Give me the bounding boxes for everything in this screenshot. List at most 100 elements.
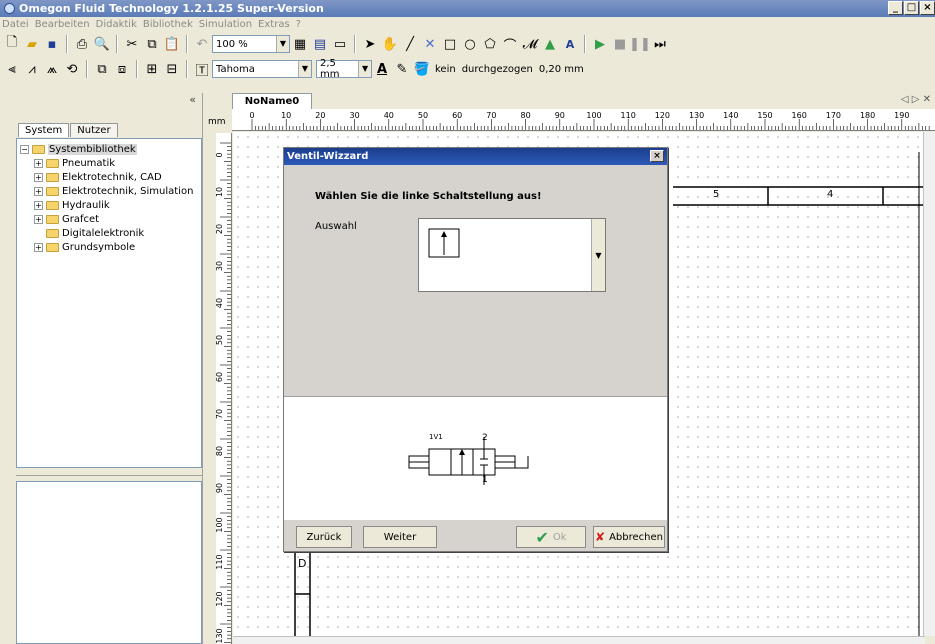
cut-icon[interactable]: ✂ xyxy=(124,36,140,52)
rotate-icon[interactable]: ⟲ xyxy=(64,61,80,77)
chevron-down-icon[interactable]: ▼ xyxy=(298,61,311,77)
grid-icon[interactable]: ▤ xyxy=(312,36,328,52)
chevron-down-icon[interactable]: ▼ xyxy=(276,36,289,52)
menu-bibliothek[interactable]: Bibliothek xyxy=(143,19,193,30)
close-button[interactable]: × xyxy=(920,1,935,15)
next-button[interactable]: Weiter xyxy=(363,526,437,548)
play-icon[interactable]: ▶ xyxy=(592,36,608,52)
font-select[interactable]: Tahoma ▼ xyxy=(212,60,312,78)
tree-item-elektrotechnik-cad[interactable]: + Elektrotechnik, CAD xyxy=(20,170,198,184)
text-color-icon[interactable]: A xyxy=(374,61,390,77)
print-preview-icon[interactable]: 🔍 xyxy=(94,36,110,52)
open-folder-icon[interactable]: ▰ xyxy=(24,36,40,52)
expand-toggle-icon[interactable]: + xyxy=(34,172,43,182)
expand-toggle-icon[interactable]: + xyxy=(34,186,43,196)
expand-toggle-icon[interactable]: + xyxy=(34,242,43,252)
align-left-icon[interactable]: ⫷ xyxy=(4,61,20,77)
zoom-value: 100 % xyxy=(216,38,248,50)
folder-icon xyxy=(46,228,59,238)
dialog-title-bar: Ventil-Wizzard × xyxy=(284,148,667,165)
group-icon[interactable]: ⊞ xyxy=(144,61,160,77)
chevron-down-icon[interactable]: ▼ xyxy=(591,219,605,291)
tree-item-digitalelektronik[interactable]: Digitalelektronik xyxy=(20,226,198,240)
dialog-close-button[interactable]: × xyxy=(650,150,664,162)
vertical-scrollbar[interactable] xyxy=(923,132,935,636)
menu-bearbeiten[interactable]: Bearbeiten xyxy=(35,19,90,30)
line-icon[interactable]: ╱ xyxy=(402,36,418,52)
copy-icon[interactable]: ⧉ xyxy=(144,36,160,52)
tab-nav-arrows[interactable]: ◁ ▷ ✕ xyxy=(901,94,931,105)
print-icon[interactable]: ⎙ xyxy=(74,36,90,52)
line-none-label[interactable]: kein xyxy=(435,64,456,75)
cross-icon[interactable]: ✕ xyxy=(422,36,438,52)
tab-system[interactable]: System xyxy=(18,123,70,137)
line-style-label[interactable]: durchgezogen xyxy=(462,64,533,75)
valve-id-label: 1V1 xyxy=(429,433,443,441)
new-file-icon[interactable]: 🗋 xyxy=(4,35,20,52)
layers-icon[interactable]: ▭ xyxy=(332,36,348,52)
menu-simulation[interactable]: Simulation xyxy=(199,19,252,30)
chevron-down-icon[interactable]: ▼ xyxy=(358,61,371,77)
pen-color-icon[interactable]: ✎ xyxy=(394,61,410,77)
ruler-label: 140 xyxy=(723,111,738,120)
paste-icon[interactable]: 📋 xyxy=(164,36,180,52)
undo-icon[interactable]: ↶ xyxy=(194,36,210,52)
step-icon[interactable]: ⏭ xyxy=(652,36,668,52)
flip-horizontal-icon[interactable]: ⩘ xyxy=(24,61,40,77)
circle-icon[interactable]: ○ xyxy=(462,36,478,52)
arc-icon[interactable]: ⌒ xyxy=(502,36,518,54)
tree-item-grafcet[interactable]: + Grafcet xyxy=(20,212,198,226)
menu-datei[interactable]: Datei xyxy=(2,19,29,30)
cancel-button[interactable]: ✘ Abbrechen xyxy=(593,526,665,548)
rectangle-icon[interactable]: □ xyxy=(442,36,458,52)
bring-front-icon[interactable]: ⧉ xyxy=(94,61,110,77)
zoom-select[interactable]: 100 % ▼ xyxy=(212,35,290,53)
font-size-select[interactable]: 2,5 mm ▼ xyxy=(316,58,372,80)
ok-label: Ok xyxy=(552,531,567,543)
save-icon[interactable]: ▪ xyxy=(44,36,60,52)
cancel-x-icon: ✘ xyxy=(595,530,606,544)
collapse-toggle-icon[interactable]: − xyxy=(20,144,29,154)
ruler-label: 110 xyxy=(621,111,636,120)
collapse-button[interactable]: « xyxy=(0,93,202,107)
ok-button[interactable]: ✔ Ok xyxy=(516,526,586,548)
tab-nutzer[interactable]: Nutzer xyxy=(70,123,118,137)
minimize-button[interactable]: _ xyxy=(888,1,903,15)
menu-didaktik[interactable]: Didaktik xyxy=(96,19,137,30)
polyline-icon[interactable]: 𝓜 xyxy=(522,36,538,52)
menu-extras[interactable]: Extras xyxy=(258,19,290,30)
maximize-button[interactable]: □ xyxy=(904,1,919,15)
expand-toggle-icon[interactable]: + xyxy=(34,158,43,168)
tab-document[interactable]: NoName0 xyxy=(232,93,312,109)
pause-icon[interactable]: ❚❚ xyxy=(629,36,651,52)
back-button[interactable]: Zurück xyxy=(296,526,352,548)
polygon-icon[interactable]: ⬠ xyxy=(482,36,498,52)
text-icon[interactable]: A xyxy=(562,36,578,52)
horizontal-scrollbar[interactable] xyxy=(233,636,925,644)
tree-item-pneumatik[interactable]: + Pneumatik xyxy=(20,156,198,170)
vertical-ruler: 0 10 20 30 40 50 60 70 80 90 100 110 120 130 xyxy=(216,133,232,644)
dialog-top-section: Wählen Sie die linke Schaltstellung aus!… xyxy=(284,165,667,396)
fill-color-icon[interactable]: 🪣 xyxy=(414,61,430,77)
pointer-icon[interactable]: ➤ xyxy=(362,36,378,52)
hand-icon[interactable]: ✋ xyxy=(382,36,398,52)
switch-position-select[interactable]: ▼ xyxy=(418,218,606,292)
tree-item-grundsymbole[interactable]: + Grundsymbole xyxy=(20,240,198,254)
expand-toggle-icon[interactable]: + xyxy=(34,214,43,224)
folder-icon xyxy=(32,144,45,154)
tree-item-elektrotechnik-simulation[interactable]: + Elektrotechnik, Simulation xyxy=(20,184,198,198)
table-icon[interactable]: ▦ xyxy=(292,36,308,52)
ungroup-icon[interactable]: ⊟ xyxy=(164,61,180,77)
image-icon[interactable]: ▲ xyxy=(542,36,558,52)
panel-splitter[interactable] xyxy=(16,475,202,478)
expand-toggle-icon[interactable]: + xyxy=(34,200,43,210)
stop-icon[interactable]: ■ xyxy=(612,36,628,52)
ruler-label: 70 xyxy=(486,111,496,120)
line-width-label[interactable]: 0,20 mm xyxy=(539,64,584,75)
menu-help[interactable]: ? xyxy=(296,19,301,30)
tree-item-systembibliothek[interactable]: − Systembibliothek xyxy=(20,142,198,156)
flip-vertical-icon[interactable]: ⩕ xyxy=(44,61,60,77)
send-back-icon[interactable]: ⧈ xyxy=(114,61,130,77)
tree-item-hydraulik[interactable]: + Hydraulik xyxy=(20,198,198,212)
ruler-label: 110 xyxy=(216,554,224,569)
